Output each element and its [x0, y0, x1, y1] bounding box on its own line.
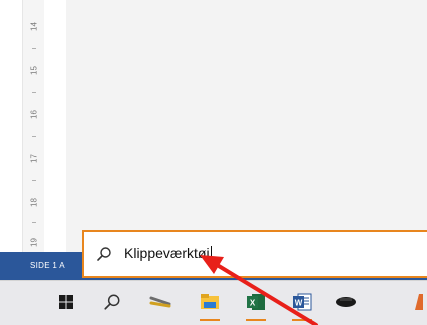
taskbar-partial-app[interactable] [396, 285, 427, 319]
ruler-number: 14 [29, 22, 39, 31]
search-query: Klippeværktøj [124, 245, 210, 261]
document-canvas[interactable] [44, 0, 427, 252]
ruler-number: 15 [29, 66, 39, 75]
page-indicator[interactable]: SIDE 1 A [30, 261, 65, 270]
active-indicator [246, 319, 266, 321]
ruler-number: 16 [29, 110, 39, 119]
vertical-ruler: 14 15 16 17 18 19 [22, 0, 46, 252]
ruler-tick [32, 136, 36, 137]
taskbar-word[interactable]: W [282, 285, 322, 321]
windows-start-icon [59, 295, 73, 309]
search-icon [97, 247, 111, 261]
start-button[interactable] [46, 285, 86, 319]
partial-app-icon [415, 294, 423, 310]
ruler-tick [32, 92, 36, 93]
taskbar: X W [0, 280, 427, 325]
file-explorer-icon [201, 294, 219, 309]
app-icon [336, 297, 356, 307]
taskbar-file-explorer[interactable] [190, 285, 230, 321]
svg-text:X: X [250, 299, 256, 308]
taskbar-search-box[interactable]: Klippeværktøj [82, 230, 427, 278]
search-icon [104, 294, 120, 310]
screen: 14 15 16 17 18 19 SIDE 1 A Klippeværktøj [0, 0, 427, 325]
excel-icon: X [247, 294, 265, 310]
active-indicator [200, 319, 220, 321]
word-icon: W [293, 293, 312, 311]
active-indicator [292, 319, 312, 321]
search-input[interactable]: Klippeværktøj [124, 245, 212, 261]
taskbar-app[interactable] [326, 285, 366, 319]
snipping-tool-icon [149, 296, 171, 308]
ruler-number: 17 [29, 154, 39, 163]
svg-text:W: W [295, 299, 303, 308]
taskbar-excel[interactable]: X [236, 285, 276, 321]
ruler-tick [32, 48, 36, 49]
taskbar-snipping-tool[interactable] [140, 285, 180, 319]
page-margin [44, 0, 66, 252]
text-caret [210, 246, 212, 261]
ruler-tick [32, 222, 36, 223]
ruler-tick [32, 180, 36, 181]
taskbar-search-button[interactable] [92, 285, 132, 319]
ruler-number: 19 [29, 238, 39, 247]
ruler-number: 18 [29, 198, 39, 207]
